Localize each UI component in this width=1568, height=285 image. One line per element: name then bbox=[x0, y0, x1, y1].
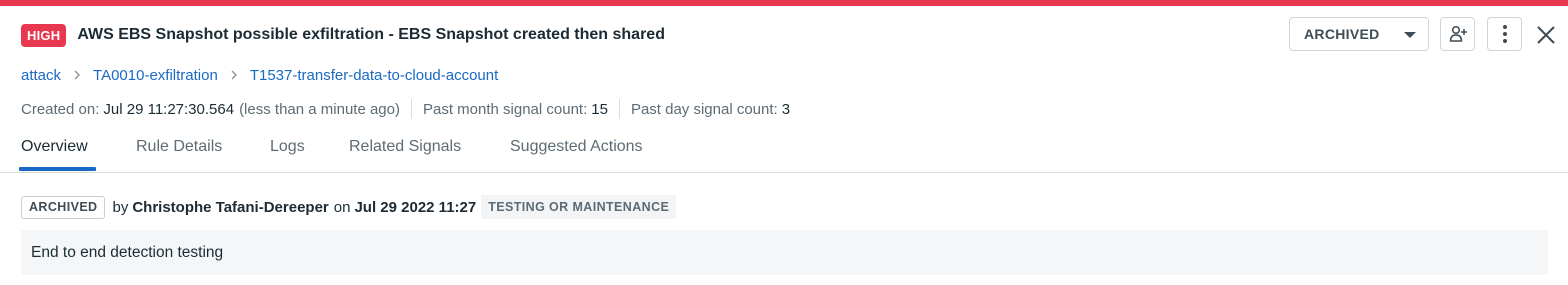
breadcrumb-tactic[interactable]: TA0010-exfiltration bbox=[93, 67, 218, 84]
close-icon bbox=[1537, 26, 1555, 44]
tab-logs[interactable]: Logs bbox=[270, 138, 305, 162]
breadcrumb-attack[interactable]: attack bbox=[21, 67, 61, 84]
created-relative: (less than a minute ago) bbox=[239, 100, 400, 118]
day-count-value: 3 bbox=[781, 100, 791, 118]
archive-on: on bbox=[333, 198, 351, 216]
breadcrumb: attack TA0010-exfiltration T1537-transfe… bbox=[21, 64, 498, 86]
archive-info: ARCHIVED by Christophe Tafani-Dereeper o… bbox=[21, 194, 677, 220]
divider bbox=[410, 99, 412, 119]
severity-badge: HIGH bbox=[21, 23, 67, 47]
created-label: Created on: bbox=[21, 100, 100, 118]
close-button[interactable] bbox=[1535, 24, 1557, 46]
signal-header: HIGH AWS EBS Snapshot possible exfiltrat… bbox=[21, 22, 665, 48]
archived-badge: ARCHIVED bbox=[21, 195, 106, 219]
tab-overview[interactable]: Overview bbox=[21, 138, 88, 162]
chevron-right-icon bbox=[230, 70, 238, 80]
status-value: ARCHIVED bbox=[1304, 26, 1380, 42]
more-vertical-icon bbox=[1502, 25, 1507, 43]
status-dropdown[interactable]: ARCHIVED bbox=[1289, 17, 1429, 51]
breadcrumb-technique[interactable]: T1537-transfer-data-to-cloud-account bbox=[250, 67, 498, 84]
tab-suggested-actions[interactable]: Suggested Actions bbox=[510, 138, 643, 162]
archive-reason-tag: TESTING OR MAINTENANCE bbox=[481, 195, 677, 219]
add-user-icon bbox=[1449, 25, 1467, 42]
archive-user: Christophe Tafani-Dereeper bbox=[132, 198, 329, 216]
archive-by: by bbox=[112, 198, 129, 216]
day-count-label: Past day signal count: bbox=[630, 100, 778, 118]
month-count-label: Past month signal count: bbox=[422, 100, 588, 118]
tab-rule-details[interactable]: Rule Details bbox=[136, 138, 222, 162]
chevron-right-icon bbox=[73, 70, 81, 80]
assign-user-button[interactable] bbox=[1440, 17, 1475, 51]
archive-comment-text: End to end detection testing bbox=[31, 243, 224, 261]
divider bbox=[618, 99, 620, 119]
archive-comment: End to end detection testing bbox=[21, 230, 1548, 275]
created-value: Jul 29 11:27:30.564 bbox=[103, 100, 235, 118]
tab-related-signals[interactable]: Related Signals bbox=[349, 138, 461, 162]
signal-title: AWS EBS Snapshot possible exfiltration -… bbox=[77, 26, 665, 43]
severity-color-bar bbox=[0, 0, 1568, 6]
month-count-value: 15 bbox=[591, 100, 608, 118]
active-tab-indicator bbox=[19, 167, 96, 171]
signal-meta: Created on: Jul 29 11:27:30.564 (less th… bbox=[21, 98, 790, 120]
chevron-down-icon bbox=[1404, 32, 1416, 38]
archive-date: Jul 29 2022 11:27 bbox=[354, 198, 477, 216]
tab-bar: Overview Rule Details Logs Related Signa… bbox=[0, 128, 1568, 173]
more-actions-button[interactable] bbox=[1487, 17, 1522, 51]
